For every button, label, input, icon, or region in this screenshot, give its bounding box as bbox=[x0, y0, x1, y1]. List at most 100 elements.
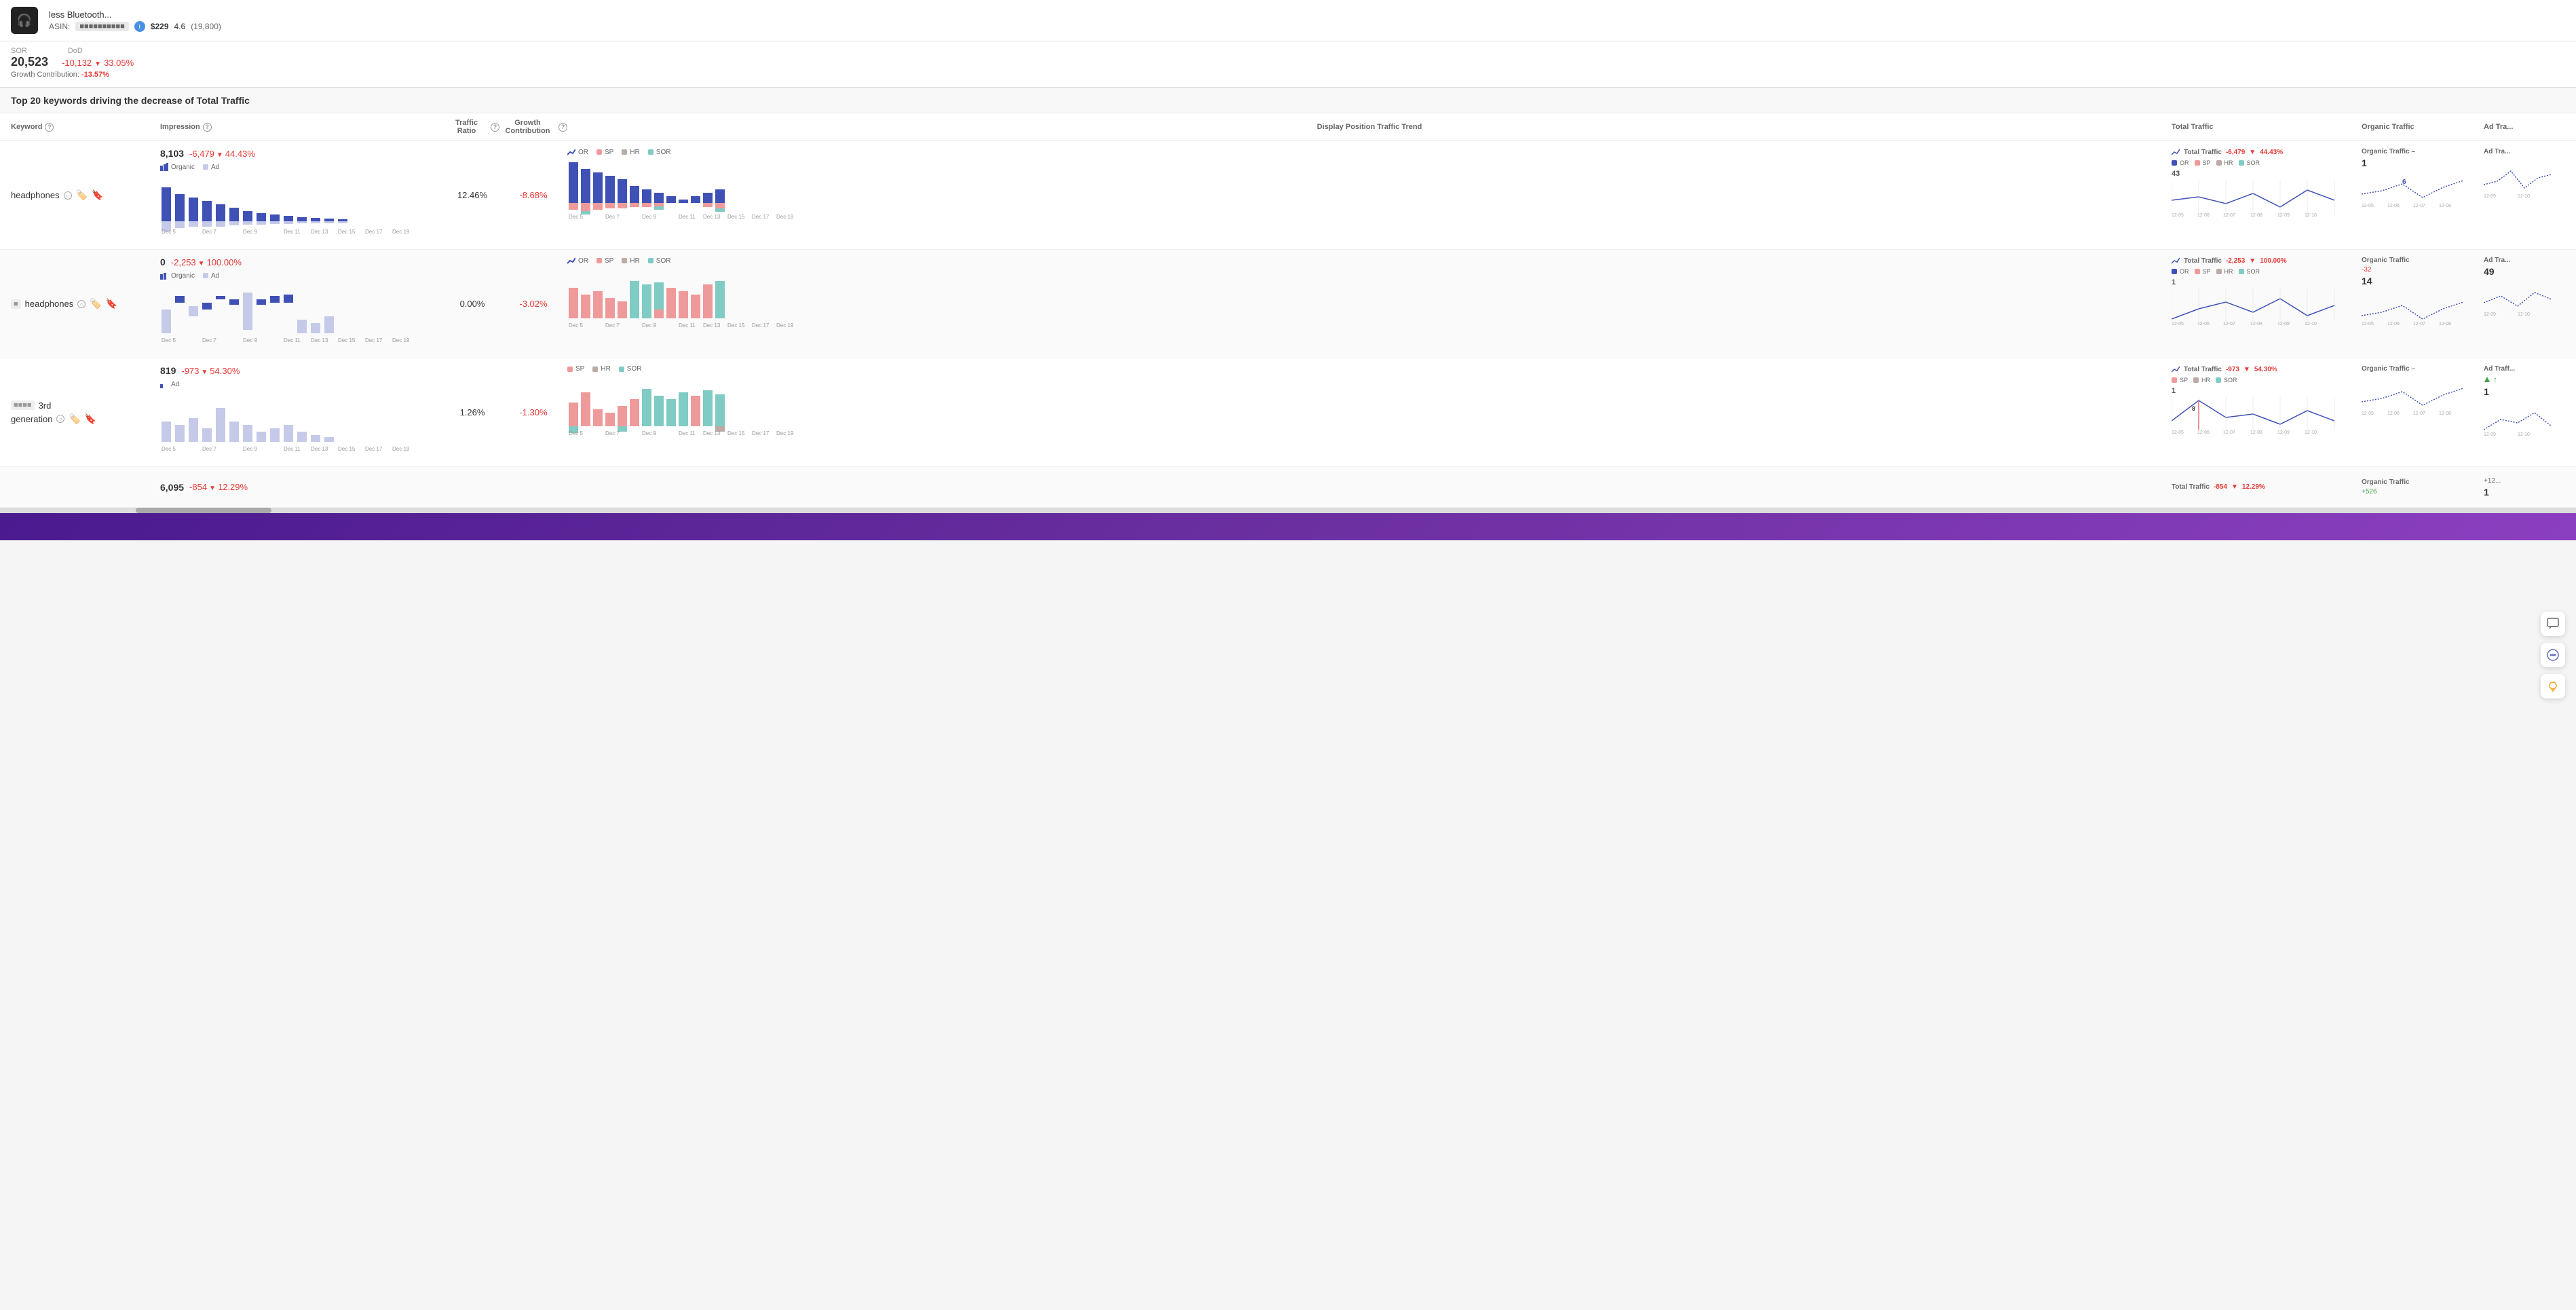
chart-icon bbox=[567, 148, 575, 156]
svg-text:Dec 11: Dec 11 bbox=[284, 229, 301, 235]
lightbulb-icon bbox=[2547, 680, 2559, 692]
top-bar: 🎧 less Bluetooth... ASIN: ■■■■■■■■■■ i $… bbox=[0, 0, 2576, 41]
svg-text:Dec 11: Dec 11 bbox=[679, 430, 696, 436]
svg-text:Dec 15: Dec 15 bbox=[727, 214, 745, 220]
total-trend-chart-3: 8 12-05 12-06 12-07 12-08 12-09 12-10 bbox=[2172, 397, 2348, 434]
table-header: Keyword ? Impression ? Traffic Ratio ? G… bbox=[0, 113, 2576, 141]
impression-help-icon[interactable]: ? bbox=[203, 123, 212, 132]
total-num-1: 43 bbox=[2172, 170, 2362, 178]
svg-text:Dec 15: Dec 15 bbox=[727, 322, 745, 329]
svg-text:Dec 9: Dec 9 bbox=[642, 322, 656, 329]
svg-text:Dec 13: Dec 13 bbox=[703, 214, 721, 220]
col-header-organic: Organic Traffic bbox=[2362, 123, 2484, 131]
svg-text:12-08: 12-08 bbox=[2439, 322, 2451, 326]
feedback-button[interactable] bbox=[2541, 612, 2565, 636]
total-cell-1: Total Traffic -6,479 44.43% OR SP HR SOR… bbox=[2172, 148, 2362, 242]
keyword-help-icon[interactable]: ? bbox=[45, 123, 54, 132]
display-chart-1: Dec 5 Dec 7 Dec 9 Dec 11 Dec 13 Dec 15 D… bbox=[567, 159, 798, 220]
svg-text:6: 6 bbox=[2402, 179, 2406, 186]
horizontal-scrollbar[interactable] bbox=[0, 508, 2576, 513]
svg-text:12-08: 12-08 bbox=[2439, 411, 2451, 415]
svg-text:Dec 9: Dec 9 bbox=[642, 430, 656, 436]
organic-trend-2: 12-05 12-06 12-07 12-08 bbox=[2362, 288, 2470, 326]
svg-text:Dec 7: Dec 7 bbox=[202, 446, 216, 452]
svg-text:Dec 19: Dec 19 bbox=[392, 229, 410, 235]
col-header-ad: Ad Tra... bbox=[2484, 123, 2565, 131]
growth-help-icon[interactable]: ? bbox=[558, 123, 567, 132]
svg-text:12-09: 12-09 bbox=[2277, 322, 2290, 326]
svg-text:Dec 5: Dec 5 bbox=[162, 446, 176, 452]
traffic-ratio-help-icon[interactable]: ? bbox=[491, 123, 499, 132]
display-legend-3: SP HR SOR bbox=[567, 365, 2172, 373]
chat-button[interactable] bbox=[2541, 643, 2565, 667]
svg-text:12-06: 12-06 bbox=[2197, 322, 2210, 326]
organic-trend-1: 6 12-05 12-06 12-07 12-08 bbox=[2362, 170, 2470, 208]
svg-text:12-05: 12-05 bbox=[2172, 213, 2184, 217]
display-legend-1: OR SP HR SOR bbox=[567, 148, 2172, 156]
total-trend-chart-1: 12-05 12-06 12-07 12-08 12-09 12-10 bbox=[2172, 180, 2348, 217]
keyword-text-3: ■■■■ 3rd bbox=[11, 400, 160, 411]
imp-change-2: -2,253 100.00% bbox=[171, 257, 242, 267]
svg-text:Dec 15: Dec 15 bbox=[338, 337, 356, 343]
svg-text:Dec 17: Dec 17 bbox=[365, 337, 383, 343]
svg-text:12-05: 12-05 bbox=[2172, 430, 2184, 434]
dod-change: -10,132 33.05% bbox=[62, 58, 134, 68]
svg-text:12-08: 12-08 bbox=[2439, 204, 2451, 208]
col-header-traffic-ratio: Traffic Ratio ? bbox=[445, 119, 499, 135]
total-header-2: Total Traffic -2,253 100.00% bbox=[2172, 257, 2362, 265]
svg-text:Dec 7: Dec 7 bbox=[202, 337, 216, 343]
svg-text:Dec 5: Dec 5 bbox=[162, 337, 176, 343]
total-legend-1: OR SP HR SOR bbox=[2172, 160, 2362, 166]
svg-text:12-10: 12-10 bbox=[2305, 213, 2317, 217]
imp-change-4: -854 12.29% bbox=[189, 482, 248, 492]
keyword-text-2: ■ headphones ○ 🏷️ 🔖 bbox=[11, 298, 160, 310]
total-num-3: 1 bbox=[2172, 387, 2362, 395]
svg-text:12-09: 12-09 bbox=[2484, 312, 2496, 316]
ad-cell-3: Ad Traff... ↑ 1 12-09 12-10 bbox=[2484, 365, 2565, 460]
total-header-4: Total Traffic -854 12.29% bbox=[2172, 483, 2362, 491]
ad-cell-4: +12... 1 bbox=[2484, 477, 2565, 498]
asin-value: ■■■■■■■■■■ bbox=[75, 22, 128, 31]
svg-text:Dec 11: Dec 11 bbox=[679, 214, 696, 220]
reviews: (19,800) bbox=[191, 22, 221, 31]
svg-text:12-10: 12-10 bbox=[2518, 194, 2530, 198]
svg-text:Dec 17: Dec 17 bbox=[752, 430, 770, 436]
svg-text:Dec 17: Dec 17 bbox=[365, 229, 383, 235]
svg-text:12-09: 12-09 bbox=[2484, 194, 2496, 198]
growth-cell-1: -8.68% bbox=[499, 148, 567, 242]
organic-cell-1: Organic Traffic – 1 6 12-05 12-06 12-07 … bbox=[2362, 148, 2484, 242]
scrollbar-thumb[interactable] bbox=[136, 508, 271, 513]
lightbulb-button[interactable] bbox=[2541, 674, 2565, 698]
col-header-growth: Growth Contribution ? bbox=[499, 119, 567, 135]
keyword-tag-icon: 🏷️ bbox=[76, 189, 88, 201]
imp-arrow-2 bbox=[198, 257, 205, 267]
organic-cell-3: Organic Traffic – 12-05 12-06 12-07 12-0… bbox=[2362, 365, 2484, 460]
keyword-bookmark-icon-3: 🔖 bbox=[85, 413, 96, 425]
product-icon: 🎧 bbox=[11, 7, 38, 34]
imp-main-2: 0 bbox=[160, 257, 166, 267]
dod-value: -10,132 bbox=[62, 58, 92, 68]
table-row: headphones ○ 🏷️ 🔖 8,103 -6,479 44.43% Or… bbox=[0, 141, 2576, 250]
total-num-2: 1 bbox=[2172, 278, 2362, 286]
imp-change-3: -973 54.30% bbox=[181, 366, 240, 376]
svg-text:Dec 13: Dec 13 bbox=[311, 337, 328, 343]
svg-text:12-09: 12-09 bbox=[2277, 430, 2290, 434]
sp-legend-dot bbox=[596, 149, 602, 155]
col-header-display: Display Position Traffic Trend bbox=[567, 123, 2172, 131]
display-chart-3: Dec 5 Dec 7 Dec 9 Dec 11 Dec 13 Dec 15 D… bbox=[567, 375, 798, 436]
impression-chart-3: Dec 5 Dec 7 Dec 9 Dec 11 Dec 13 Dec 15 D… bbox=[160, 391, 418, 452]
display-cell-1: OR SP HR SOR bbox=[567, 148, 2172, 242]
info-icon[interactable]: i bbox=[134, 21, 145, 32]
svg-text:Dec 13: Dec 13 bbox=[703, 322, 721, 329]
imp-header-3: 819 -973 54.30% bbox=[160, 365, 445, 376]
svg-text:12-09: 12-09 bbox=[2277, 213, 2290, 217]
keyword-bookmark-icon-2: 🔖 bbox=[106, 298, 117, 310]
hr-legend-dot bbox=[622, 149, 627, 155]
imp-main-3: 819 bbox=[160, 365, 176, 376]
imp-legend-3: Ad bbox=[160, 380, 445, 388]
table-row: ■ headphones ○ 🏷️ 🔖 0 -2,253 100.00% bbox=[0, 250, 2576, 358]
total-header-3: Total Traffic -973 54.30% bbox=[2172, 365, 2362, 373]
col-header-keyword: Keyword ? bbox=[11, 123, 160, 132]
sor-value: 20,523 bbox=[11, 55, 48, 69]
ad-cell-1: Ad Tra... 12-09 12-10 bbox=[2484, 148, 2565, 242]
